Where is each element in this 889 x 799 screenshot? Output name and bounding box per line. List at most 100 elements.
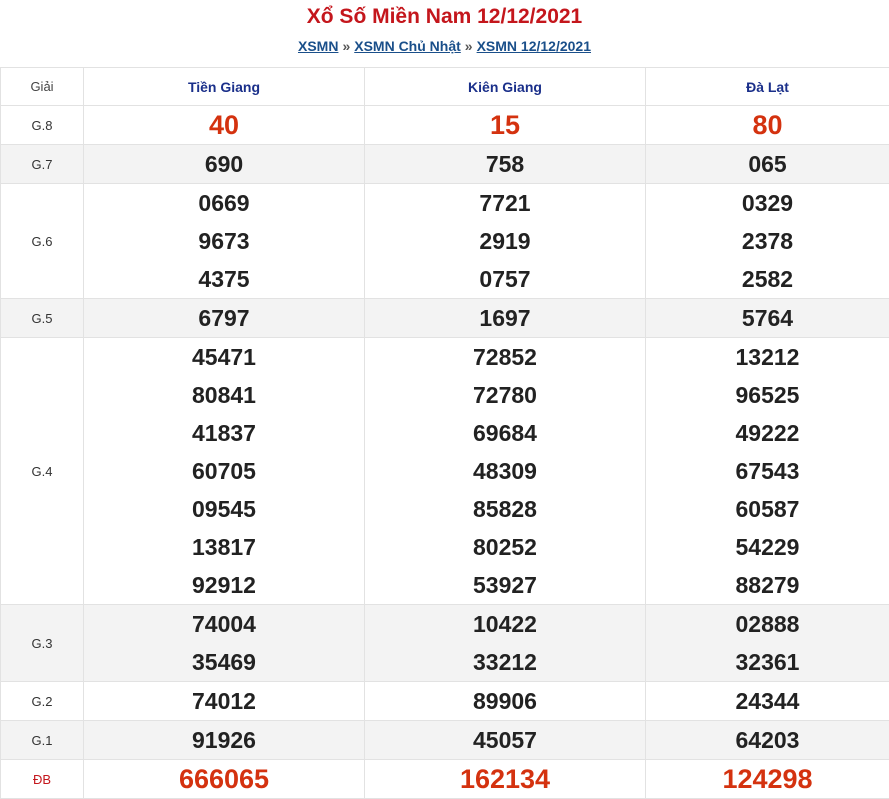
prize-number: 758 [365, 145, 645, 183]
breadcrumb-link-xsmn-date[interactable]: XSMN 12/12/2021 [477, 38, 591, 54]
prize-number: 35469 [84, 643, 364, 681]
prize-cell: 24344 [646, 682, 889, 721]
province-header-kien-giang[interactable]: Kiên Giang [365, 68, 646, 106]
prize-number: 33212 [365, 643, 645, 681]
prize-cell: 758 [365, 145, 646, 184]
breadcrumb-link-xsmn[interactable]: XSMN [298, 38, 338, 54]
prize-number: 85828 [365, 490, 645, 528]
prize-number: 54229 [646, 528, 889, 566]
prize-number: 80252 [365, 528, 645, 566]
prize-cell: 80 [646, 106, 889, 145]
prize-number: 09545 [84, 490, 364, 528]
results-page: Xổ Số Miền Nam 12/12/2021 XSMN»XSMN Chủ … [0, 0, 889, 794]
prize-number: 60705 [84, 452, 364, 490]
prize-cell: 772129190757 [365, 184, 646, 299]
prize-number: 96525 [646, 376, 889, 414]
results-table: Giải Tiền Giang Kiên Giang Đà Lạt G.8401… [0, 67, 889, 799]
prize-number: 91926 [84, 721, 364, 759]
prize-cell: 6797 [84, 299, 365, 338]
prize-number: 48309 [365, 452, 645, 490]
prize-number: 0329 [646, 184, 889, 222]
prize-column-header: Giải [1, 68, 84, 106]
prize-number: 6797 [84, 299, 364, 337]
prize-number: 4375 [84, 260, 364, 298]
prize-cell: 91926 [84, 721, 365, 760]
prize-number: 124298 [646, 760, 889, 798]
prize-number: 88279 [646, 566, 889, 604]
breadcrumb-separator: » [338, 38, 354, 54]
prize-number: 9673 [84, 222, 364, 260]
prize-number: 5764 [646, 299, 889, 337]
prize-number: 72852 [365, 338, 645, 376]
prize-cell: 690 [84, 145, 365, 184]
prize-label: G.2 [1, 682, 84, 721]
prize-number: 45471 [84, 338, 364, 376]
prize-number: 32361 [646, 643, 889, 681]
prize-cell: 72852727806968448309858288025253927 [365, 338, 646, 605]
prize-number: 02888 [646, 605, 889, 643]
prize-number: 41837 [84, 414, 364, 452]
page-title: Xổ Số Miền Nam 12/12/2021 [0, 4, 889, 30]
table-row: ĐB666065162134124298 [1, 760, 889, 799]
prize-number: 72780 [365, 376, 645, 414]
results-body: G.8401580G.7690758065G.60669967343757721… [1, 106, 889, 799]
prize-number: 13212 [646, 338, 889, 376]
prize-number: 0669 [84, 184, 364, 222]
prize-number: 74012 [84, 682, 364, 720]
table-row: G.1919264505764203 [1, 721, 889, 760]
prize-number: 13817 [84, 528, 364, 566]
prize-number: 7721 [365, 184, 645, 222]
prize-number: 60587 [646, 490, 889, 528]
prize-number: 0757 [365, 260, 645, 298]
prize-number: 53927 [365, 566, 645, 604]
breadcrumb-separator: » [461, 38, 477, 54]
prize-number: 69684 [365, 414, 645, 452]
prize-number: 666065 [84, 760, 364, 798]
prize-number: 2378 [646, 222, 889, 260]
prize-number: 45057 [365, 721, 645, 759]
province-header-da-lat[interactable]: Đà Lạt [646, 68, 889, 106]
prize-number: 162134 [365, 760, 645, 798]
prize-cell: 124298 [646, 760, 889, 799]
prize-cell: 89906 [365, 682, 646, 721]
prize-cell: 666065 [84, 760, 365, 799]
province-header-tien-giang[interactable]: Tiền Giang [84, 68, 365, 106]
prize-number: 10422 [365, 605, 645, 643]
prize-cell: 162134 [365, 760, 646, 799]
prize-number: 40 [84, 106, 364, 144]
prize-number: 065 [646, 145, 889, 183]
prize-number: 74004 [84, 605, 364, 643]
prize-cell: 45057 [365, 721, 646, 760]
prize-cell: 7400435469 [84, 605, 365, 682]
prize-cell: 5764 [646, 299, 889, 338]
prize-number: 80 [646, 106, 889, 144]
prize-number: 64203 [646, 721, 889, 759]
prize-cell: 64203 [646, 721, 889, 760]
table-row: G.2740128990624344 [1, 682, 889, 721]
prize-cell: 74012 [84, 682, 365, 721]
table-row: G.3740043546910422332120288832361 [1, 605, 889, 682]
table-header-row: Giải Tiền Giang Kiên Giang Đà Lạt [1, 68, 889, 106]
prize-cell: 13212965254922267543605875422988279 [646, 338, 889, 605]
prize-cell: 45471808414183760705095451381792912 [84, 338, 365, 605]
table-row: G.6066996734375772129190757032923782582 [1, 184, 889, 299]
prize-cell: 066996734375 [84, 184, 365, 299]
table-row: G.7690758065 [1, 145, 889, 184]
prize-label: ĐB [1, 760, 84, 799]
breadcrumb-link-xsmn-chu-nhat[interactable]: XSMN Chủ Nhật [354, 38, 461, 54]
prize-number: 49222 [646, 414, 889, 452]
prize-label: G.5 [1, 299, 84, 338]
table-row: G.44547180841418376070509545138179291272… [1, 338, 889, 605]
prize-number: 15 [365, 106, 645, 144]
prize-cell: 15 [365, 106, 646, 145]
prize-label: G.6 [1, 184, 84, 299]
prize-label: G.3 [1, 605, 84, 682]
prize-cell: 1697 [365, 299, 646, 338]
prize-cell: 032923782582 [646, 184, 889, 299]
prize-label: G.4 [1, 338, 84, 605]
prize-cell: 40 [84, 106, 365, 145]
breadcrumb: XSMN»XSMN Chủ Nhật»XSMN 12/12/2021 [0, 37, 889, 55]
table-row: G.5679716975764 [1, 299, 889, 338]
prize-cell: 0288832361 [646, 605, 889, 682]
prize-label: G.8 [1, 106, 84, 145]
